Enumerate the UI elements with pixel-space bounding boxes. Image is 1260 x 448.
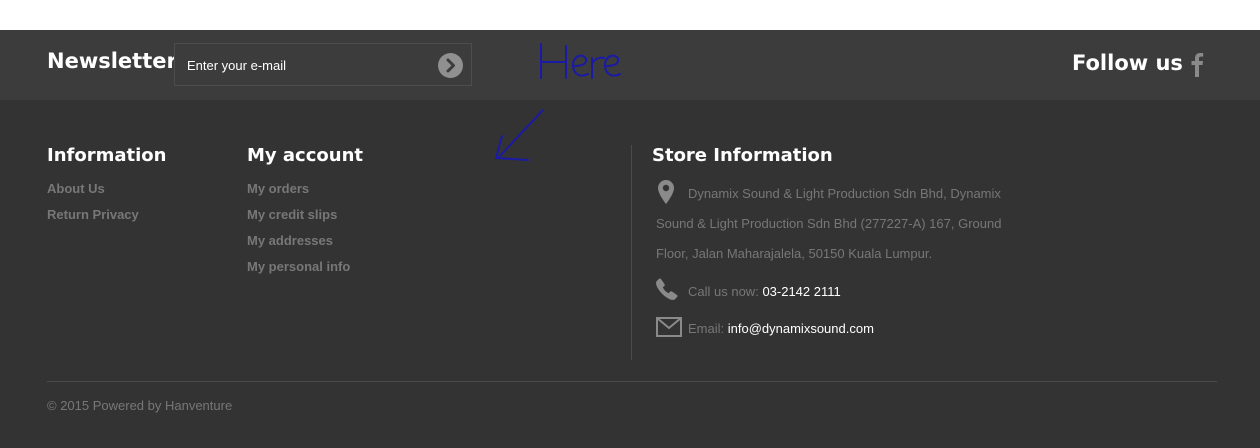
store-information-title: Store Information (652, 145, 833, 166)
phone-icon (656, 278, 678, 300)
map-marker-icon (658, 180, 674, 204)
envelope-icon (656, 317, 682, 337)
link-return-privacy[interactable]: Return Privacy (47, 207, 139, 222)
newsletter-bar: Newsletter Follow us (0, 30, 1260, 100)
my-account-title: My account (247, 145, 363, 166)
store-address-line-3: Floor, Jalan Maharajalela, 50150 Kuala L… (656, 246, 933, 261)
newsletter-title: Newsletter (47, 49, 177, 73)
link-about-us[interactable]: About Us (47, 181, 105, 196)
newsletter-submit-button[interactable] (438, 53, 463, 78)
store-address-line-2: Sound & Light Production Sdn Bhd (277227… (656, 216, 1002, 231)
email-address[interactable]: info@dynamixsound.com (728, 321, 874, 336)
email-label: Email: (688, 321, 725, 336)
column-divider (631, 145, 632, 360)
site-footer: Newsletter Follow us (0, 30, 1260, 448)
facebook-icon[interactable] (1186, 51, 1208, 77)
phone-number[interactable]: 03-2142 2111 (762, 284, 840, 299)
follow-us-title: Follow us (1072, 51, 1183, 75)
copyright-text: © 2015 Powered by Hanventure (47, 398, 233, 413)
information-title: Information (47, 145, 167, 166)
store-address-line-1: Dynamix Sound & Light Production Sdn Bhd… (688, 186, 1001, 201)
link-my-credit-slips[interactable]: My credit slips (247, 207, 337, 222)
link-my-orders[interactable]: My orders (247, 181, 309, 196)
phone-contact: Call us now: 03-2142 2111 (688, 284, 841, 299)
chevron-right-circle-icon (446, 58, 455, 73)
phone-label: Call us now: (688, 284, 759, 299)
newsletter-form (174, 43, 472, 86)
link-my-addresses[interactable]: My addresses (247, 233, 333, 248)
email-contact: Email: info@dynamixsound.com (688, 321, 874, 336)
link-my-personal-info[interactable]: My personal info (247, 259, 350, 274)
footer-divider (47, 381, 1217, 382)
newsletter-email-input[interactable] (187, 56, 427, 74)
